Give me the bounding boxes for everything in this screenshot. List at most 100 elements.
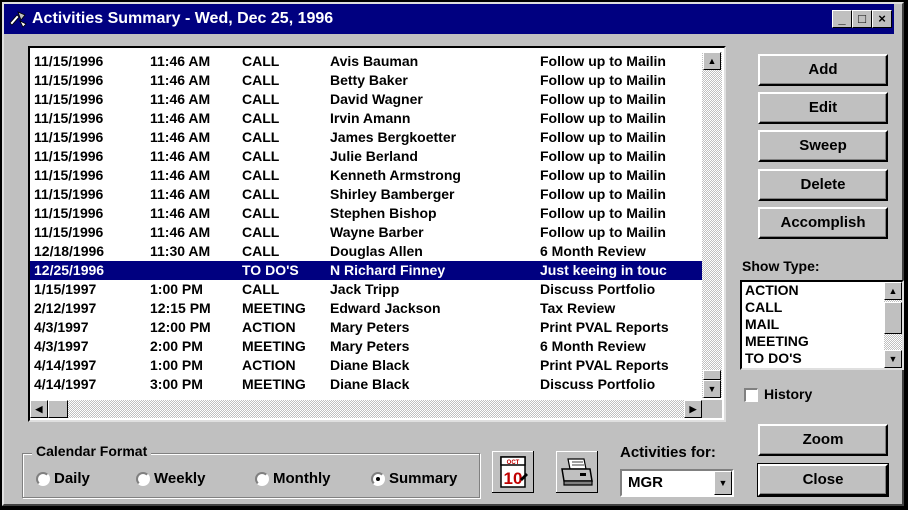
horizontal-scrollbar[interactable]: ◀ ▶: [30, 400, 702, 418]
activity-contact: Julie Berland: [330, 148, 418, 164]
show-type-list[interactable]: ACTION CALL MAIL MEETING TO DO'S: [740, 280, 904, 370]
close-button[interactable]: Close: [757, 463, 889, 497]
add-button[interactable]: Add: [758, 54, 888, 86]
activity-contact: David Wagner: [330, 91, 423, 107]
radio-selected-dot: [376, 477, 380, 481]
activity-row[interactable]: 11/15/1996 11:46 AM CALL Stephen Bishop Foll…: [30, 204, 702, 223]
activity-row[interactable]: 11/15/1996 11:46 AM CALL David Wagner Follow…: [30, 90, 702, 109]
activities-rows: 11/15/1996 11:46 AM CALL Avis Bauman Follow …: [30, 52, 702, 398]
radio-daily-label[interactable]: Daily: [54, 470, 90, 487]
vertical-scrollbar[interactable]: ▲ ▼: [702, 52, 722, 398]
activity-date: 11/15/1996: [34, 91, 104, 107]
scroll-left-arrow-icon[interactable]: ◀: [30, 400, 48, 418]
activity-date: 2/12/1997: [34, 300, 97, 316]
activity-row[interactable]: 11/15/1996 11:46 AM CALL Wayne Barber Follow…: [30, 223, 702, 242]
activity-row[interactable]: 1/15/1997 1:00 PM CALL Jack Tripp Discuss Po…: [30, 280, 702, 299]
accomplish-button[interactable]: Accomplish: [758, 207, 888, 239]
show-type-option[interactable]: MAIL: [742, 316, 902, 333]
radio-monthly-label[interactable]: Monthly: [273, 470, 331, 487]
activity-time: 11:46 AM: [150, 110, 211, 126]
radio-weekly-label[interactable]: Weekly: [154, 470, 205, 487]
radio-daily[interactable]: [36, 472, 50, 486]
activity-contact: Wayne Barber: [330, 224, 424, 240]
scroll-down-arrow-icon[interactable]: ▼: [703, 380, 721, 398]
activity-time: 11:46 AM: [150, 205, 211, 221]
horizontal-scroll-thumb[interactable]: [48, 400, 68, 418]
activity-contact: N Richard Finney: [330, 262, 446, 278]
activity-row[interactable]: 11/15/1996 11:46 AM CALL Irvin Amann Follow …: [30, 109, 702, 128]
delete-button[interactable]: Delete: [758, 169, 888, 201]
activity-time: 11:46 AM: [150, 91, 211, 107]
history-checkbox[interactable]: [744, 388, 758, 402]
radio-weekly[interactable]: [136, 472, 150, 486]
show-type-option[interactable]: MEETING: [742, 333, 902, 350]
print-button[interactable]: [555, 450, 599, 494]
show-type-option[interactable]: CALL: [742, 299, 902, 316]
activity-contact: Avis Bauman: [330, 53, 419, 69]
radio-monthly[interactable]: [255, 472, 269, 486]
activity-contact: Douglas Allen: [330, 243, 423, 259]
activities-for-value: MGR: [628, 474, 663, 491]
activity-row[interactable]: 11/15/1996 11:46 AM CALL Kenneth Armstrong F…: [30, 166, 702, 185]
radio-summary-label[interactable]: Summary: [389, 470, 457, 487]
activity-contact: Stephen Bishop: [330, 205, 437, 221]
activities-list[interactable]: 11/15/1996 11:46 AM CALL Avis Bauman Follow …: [28, 46, 726, 422]
minimize-button[interactable]: _: [832, 10, 852, 28]
calendar-button[interactable]: OCT 10: [491, 450, 535, 494]
activity-time: 1:00 PM: [150, 281, 203, 297]
show-type-scroll-thumb[interactable]: [884, 302, 902, 334]
scroll-corner: [702, 400, 722, 418]
activity-row[interactable]: 12/25/1996 TO DO'S N Richard Finney Just ke…: [30, 261, 702, 280]
activity-row[interactable]: 11/15/1996 11:46 AM CALL James Bergkoetter F…: [30, 128, 702, 147]
show-type-scroll-down-icon[interactable]: ▼: [884, 350, 902, 368]
activity-description: Just keeing in touc: [540, 262, 667, 278]
edit-button[interactable]: Edit: [758, 92, 888, 124]
activity-type: CALL: [242, 243, 280, 259]
calendar-format-title: Calendar Format: [32, 443, 152, 459]
show-type-items: ACTION CALL MAIL MEETING TO DO'S: [742, 282, 902, 367]
activity-row[interactable]: 4/3/1997 12:00 PM ACTION Mary Peters Print P…: [30, 318, 702, 337]
show-type-scroll-up-icon[interactable]: ▲: [884, 282, 902, 300]
activity-row[interactable]: 12/18/1996 11:30 AM CALL Douglas Allen 6 Mon…: [30, 242, 702, 261]
activity-row[interactable]: 4/14/1997 3:00 PM MEETING Diane Black Discus…: [30, 375, 702, 394]
activity-type: CALL: [242, 224, 280, 240]
activity-type: CALL: [242, 281, 280, 297]
activity-type: CALL: [242, 186, 280, 202]
vertical-scroll-thumb[interactable]: [703, 370, 721, 380]
dropdown-arrow-icon[interactable]: ▼: [714, 471, 732, 495]
activity-date: 11/15/1996: [34, 186, 104, 202]
activity-row[interactable]: 11/15/1996 11:46 AM CALL Betty Baker Follow …: [30, 71, 702, 90]
activity-row[interactable]: 2/12/1997 12:15 PM MEETING Edward Jackson Ta…: [30, 299, 702, 318]
maximize-button[interactable]: □: [852, 10, 872, 28]
activity-row[interactable]: 11/15/1996 11:46 AM CALL Julie Berland Follo…: [30, 147, 702, 166]
calendar-day: 10: [504, 469, 523, 488]
activity-contact: Jack Tripp: [330, 281, 400, 297]
activity-time: 11:46 AM: [150, 129, 211, 145]
activity-description: Follow up to Mailin: [540, 224, 666, 240]
activity-description: Follow up to Mailin: [540, 167, 666, 183]
activity-date: 11/15/1996: [34, 72, 104, 88]
close-window-button[interactable]: ×: [872, 10, 892, 28]
activities-for-select[interactable]: MGR ▼: [620, 469, 734, 497]
activity-time: 1:00 PM: [150, 357, 203, 373]
activity-description: Follow up to Mailin: [540, 53, 666, 69]
activity-time: 11:46 AM: [150, 53, 211, 69]
activity-contact: Mary Peters: [330, 319, 410, 335]
scroll-up-arrow-icon[interactable]: ▲: [703, 52, 721, 70]
activity-row[interactable]: 4/14/1997 1:00 PM ACTION Diane Black Print P…: [30, 356, 702, 375]
title-bar[interactable]: Activities Summary - Wed, Dec 25, 1996 _…: [4, 4, 894, 34]
sweep-button[interactable]: Sweep: [758, 130, 888, 162]
radio-summary[interactable]: [371, 472, 385, 486]
activity-row[interactable]: 4/3/1997 2:00 PM MEETING Mary Peters 6 Month…: [30, 337, 702, 356]
activity-type: CALL: [242, 167, 280, 183]
zoom-button[interactable]: Zoom: [758, 424, 888, 456]
activity-time: 11:46 AM: [150, 148, 211, 164]
scroll-right-arrow-icon[interactable]: ▶: [684, 400, 702, 418]
activity-row[interactable]: 11/15/1996 11:46 AM CALL Avis Bauman Follow …: [30, 52, 702, 71]
activity-date: 11/15/1996: [34, 205, 104, 221]
activity-time: 11:46 AM: [150, 224, 211, 240]
show-type-option[interactable]: ACTION: [742, 282, 902, 299]
show-type-scrollbar[interactable]: ▲ ▼: [884, 282, 902, 368]
show-type-option[interactable]: TO DO'S: [742, 350, 902, 367]
activity-row[interactable]: 11/15/1996 11:46 AM CALL Shirley Bamberger F…: [30, 185, 702, 204]
